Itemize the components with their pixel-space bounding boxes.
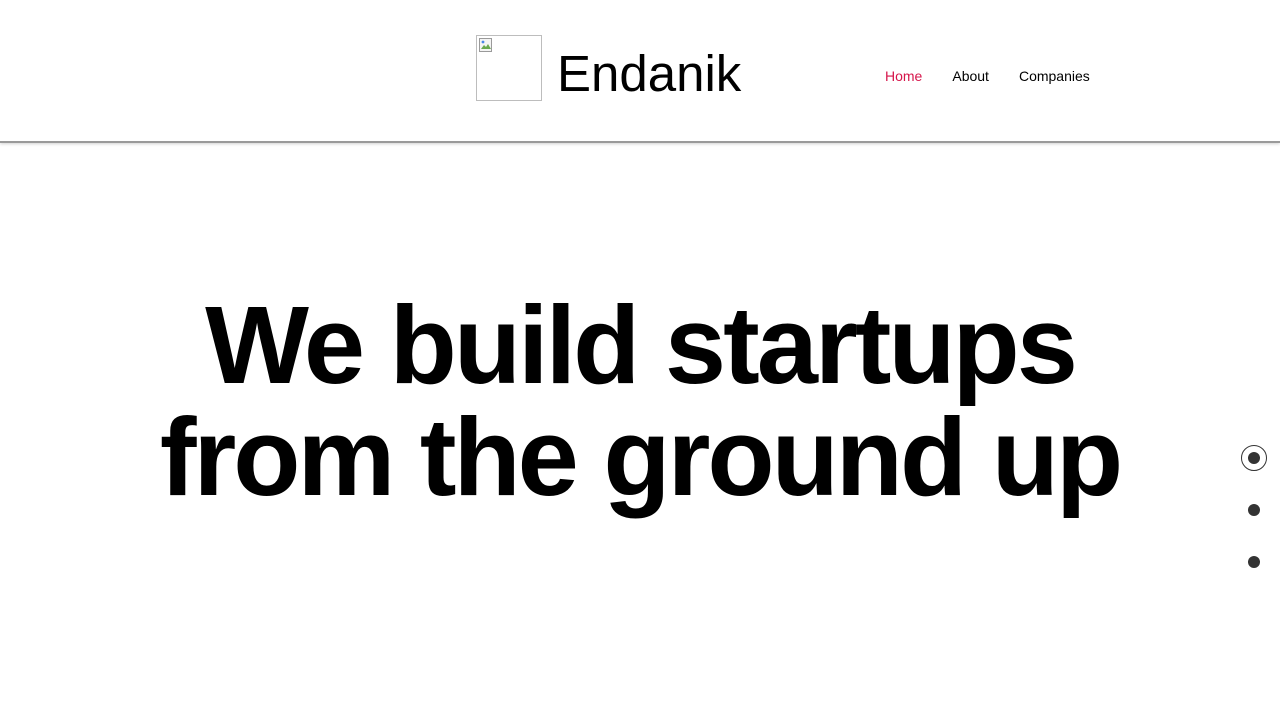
nav-item-home[interactable]: Home: [885, 67, 922, 85]
section-dot-inner: [1248, 452, 1260, 464]
main-nav: Home About Companies: [885, 67, 1090, 85]
site-header: Endanik Home About Companies: [0, 0, 1280, 143]
brand-name[interactable]: Endanik: [557, 43, 741, 105]
section-dot-3[interactable]: [1241, 549, 1267, 575]
section-dot-inner: [1248, 504, 1260, 516]
section-nav-dots: [1241, 445, 1267, 601]
section-dot-inner: [1248, 556, 1260, 568]
hero-line-1: We build startups: [205, 284, 1078, 407]
nav-item-about[interactable]: About: [952, 67, 989, 85]
logo-image[interactable]: [476, 35, 542, 101]
broken-image-icon: [479, 38, 492, 52]
section-dot-2[interactable]: [1241, 497, 1267, 523]
hero-line-2: from the ground up: [159, 396, 1123, 519]
hero-headline: We build startups from the ground up: [0, 290, 1280, 514]
section-dot-1[interactable]: [1241, 445, 1267, 471]
nav-item-companies[interactable]: Companies: [1019, 67, 1090, 85]
